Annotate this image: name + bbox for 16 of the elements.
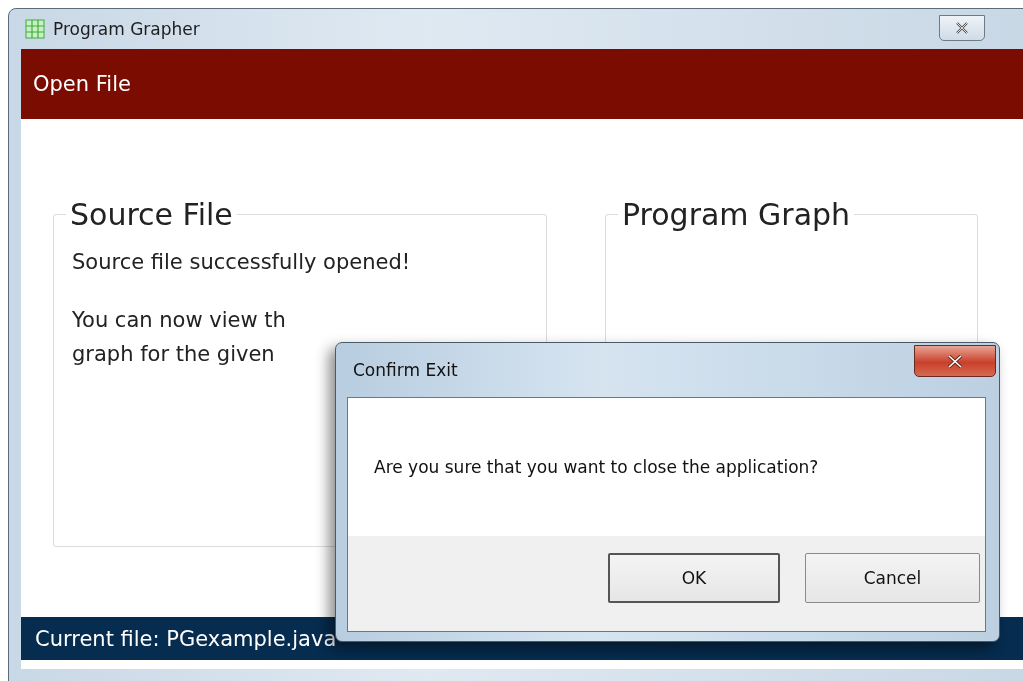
close-icon — [955, 22, 969, 34]
message-text: You can now view th — [72, 308, 287, 332]
close-icon — [947, 354, 963, 368]
section-header: Open File — [21, 49, 1023, 119]
dialog-message: Are you sure that you want to close the application? — [374, 457, 819, 477]
message-text: Source file successfully opened! — [72, 250, 412, 274]
dialog-button[interactable]: OK — [608, 552, 780, 603]
grid-icon — [25, 19, 45, 39]
window-title: Program Grapher — [53, 19, 200, 39]
dialog-title: Confirm Exit — [353, 360, 458, 380]
group-title: Program Graph — [621, 197, 852, 232]
close-button[interactable] — [914, 345, 996, 377]
group-title: Source File — [69, 197, 234, 232]
close-button[interactable] — [939, 15, 985, 41]
dialog-button[interactable]: Cancel — [805, 552, 980, 603]
message-text: graph for the given — [72, 342, 276, 366]
